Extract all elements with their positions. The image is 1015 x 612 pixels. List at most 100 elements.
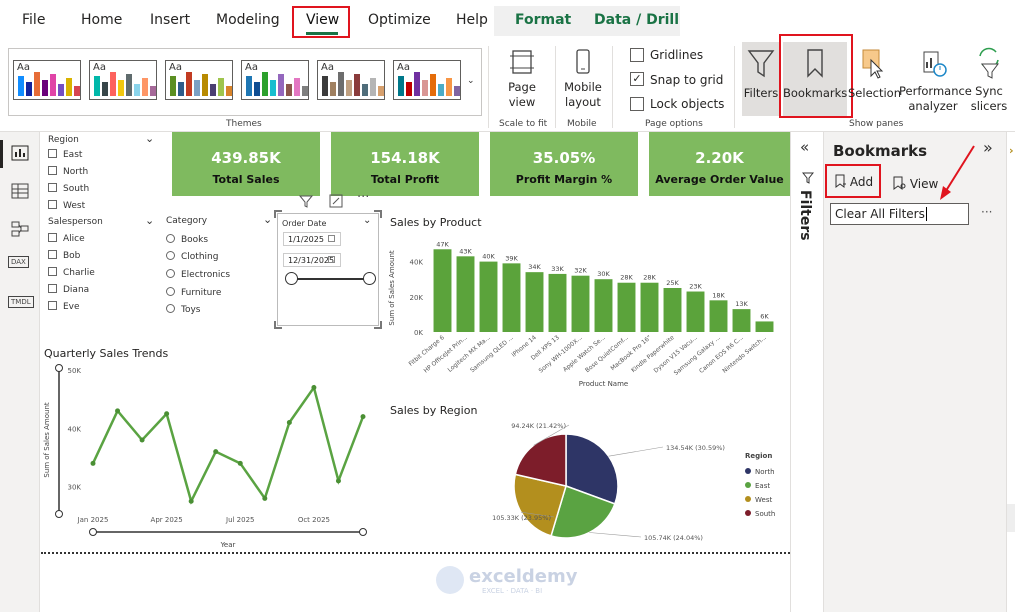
theme-3[interactable]: Aa (165, 60, 233, 100)
checkmark-icon: ✓ (632, 72, 642, 85)
gridlines-checkbox[interactable] (630, 48, 644, 62)
slicer-option-east[interactable]: East (48, 149, 82, 160)
sync-slicers-button[interactable]: Sync slicers (968, 42, 1010, 116)
tab-optimize[interactable]: Optimize (368, 12, 431, 28)
lock-objects-checkbox[interactable] (630, 97, 644, 111)
model-view-icon[interactable] (10, 220, 30, 238)
x-tick-label: Nintendo Switch... (721, 334, 768, 375)
tab-home[interactable]: Home (81, 12, 122, 28)
tmdl-view-icon[interactable]: TMDL (8, 296, 34, 308)
scroll-thumb[interactable] (1007, 504, 1015, 532)
bookmark-more-options-icon[interactable]: ··· (981, 205, 992, 219)
calendar-icon[interactable] (328, 235, 335, 242)
slicer-option-bob[interactable]: Bob (48, 250, 80, 261)
slicer-option-label: Eve (63, 302, 80, 312)
mobile-icon (576, 49, 590, 74)
kpi-value: 439.85K (211, 149, 281, 167)
theme-5[interactable]: Aa (317, 60, 385, 100)
tab-data-drill[interactable]: Data / Drill (594, 12, 679, 28)
kpi-card-average-order-value[interactable]: 2.20K Average Order Value (649, 132, 790, 196)
lock-objects-label: Lock objects (650, 97, 725, 111)
range-start-handle[interactable] (285, 272, 298, 285)
chevron-down-icon[interactable]: ⌄ (145, 214, 154, 227)
theme-4[interactable]: Aa (241, 60, 309, 100)
legend-marker (745, 468, 751, 474)
theme-2[interactable]: Aa (89, 60, 157, 100)
slicer-option-electronics[interactable]: Electronics (166, 269, 230, 280)
mobile-layout-button[interactable]: Mobile layout (560, 48, 606, 110)
tab-help[interactable]: Help (456, 12, 488, 28)
expand-chevron-icon[interactable]: « (800, 138, 809, 156)
performance-analyzer-button[interactable]: Performance analyzer (899, 42, 972, 116)
slicer-option-diana[interactable]: Diana (48, 284, 89, 295)
tab-modeling[interactable]: Modeling (216, 12, 280, 28)
data-label: 6K (760, 312, 769, 320)
slicer-option-label: Toys (181, 305, 201, 315)
kpi-card-profit-margin[interactable]: 35.05% Profit Margin % (490, 132, 638, 196)
sales-by-product-chart[interactable]: Sum of Sales Amount0K20K40K47KFitbit Cha… (386, 232, 786, 392)
y-tick-label: 40K (68, 425, 82, 433)
data-label: 134.54K (30.59%) (666, 444, 725, 452)
dax-query-view-icon[interactable]: DAX (8, 256, 29, 268)
slicer-option-north[interactable]: North (48, 166, 88, 177)
resize-handle[interactable] (274, 321, 282, 329)
x-tick-label: Apr 2025 (151, 516, 183, 524)
bookmark-name-input[interactable]: Clear All Filters (830, 203, 969, 225)
sales-by-region-chart[interactable]: 134.54K (30.59%) 105.74K (24.04%) 105.33K … (386, 420, 786, 550)
highlight-bookmarks-button (779, 34, 853, 118)
slicer-option-south[interactable]: South (48, 183, 89, 194)
bar (502, 263, 521, 332)
order-date-slicer[interactable] (277, 213, 379, 326)
tab-file[interactable]: File (22, 12, 45, 28)
slicer-option-eve[interactable]: Eve (48, 301, 80, 312)
x-tick-label: MacBook Pro 16" (609, 334, 653, 372)
themes-expand-icon[interactable]: ⌄ (467, 76, 475, 86)
y-tick-label: 20K (410, 294, 424, 302)
more-options-icon[interactable]: ··· (357, 190, 369, 205)
slicer-option-toys[interactable]: Toys (166, 304, 201, 315)
y-tick-label: 40K (410, 259, 424, 267)
y-axis-label: Sum of Sales Amount (388, 250, 396, 326)
resize-handle[interactable] (374, 321, 382, 329)
selection-icon (862, 49, 884, 79)
chevron-down-icon[interactable]: ⌄ (263, 213, 272, 226)
table-view-icon[interactable] (10, 182, 30, 200)
slicer-option-alice[interactable]: Alice (48, 233, 85, 244)
calendar-icon[interactable] (328, 256, 335, 263)
group-label-page-options: Page options (645, 119, 703, 129)
kpi-card-total-profit[interactable]: 154.18K Total Profit (331, 132, 479, 196)
resize-handle[interactable] (274, 210, 282, 218)
selection-pane-button[interactable]: Selection (848, 42, 901, 116)
slicer-option-books[interactable]: Books (166, 234, 208, 245)
collapse-pane-icon[interactable]: » (983, 138, 993, 157)
filters-pane-button[interactable]: Filters (742, 42, 780, 116)
report-view-icon[interactable] (10, 144, 30, 162)
theme-6[interactable]: Aa (393, 60, 461, 100)
visual-header: ··· (298, 190, 383, 212)
slicer-option-west[interactable]: West (48, 200, 85, 211)
quarterly-sales-trends-chart[interactable]: Sum of Sales Amount 30K 40K 50K Jan 2025 Apr … (43, 360, 375, 554)
gridlines-label: Gridlines (650, 48, 704, 62)
slicer-option-furniture[interactable]: Furniture (166, 287, 221, 298)
chevron-down-icon[interactable]: ⌄ (145, 132, 154, 145)
bar (755, 321, 774, 332)
x-axis-label: Product Name (579, 380, 628, 388)
exceldemy-logo-icon (436, 566, 464, 594)
filters-pane-label[interactable]: Filters (797, 190, 813, 241)
kpi-card-total-sales[interactable]: 439.85K Total Sales (172, 132, 320, 196)
tab-format[interactable]: Format (515, 12, 571, 28)
filter-icon[interactable] (298, 194, 314, 212)
chevron-down-icon[interactable]: ⌄ (363, 215, 371, 226)
slicer-option-label: Charlie (63, 268, 95, 278)
snap-to-grid-checkbox[interactable]: ✓ (630, 72, 644, 86)
range-end-handle[interactable] (363, 272, 376, 285)
focus-mode-icon[interactable] (329, 194, 343, 212)
slicer-option-clothing[interactable]: Clothing (166, 251, 218, 262)
theme-1[interactable]: Aa (13, 60, 81, 100)
data-point (335, 478, 341, 484)
tab-insert[interactable]: Insert (150, 12, 190, 28)
slicer-option-charlie[interactable]: Charlie (48, 267, 95, 278)
page-view-button[interactable]: Page view (496, 48, 548, 110)
y-axis-label: Sum of Sales Amount (43, 402, 51, 478)
view-bookmarks-button[interactable]: View (892, 176, 938, 191)
